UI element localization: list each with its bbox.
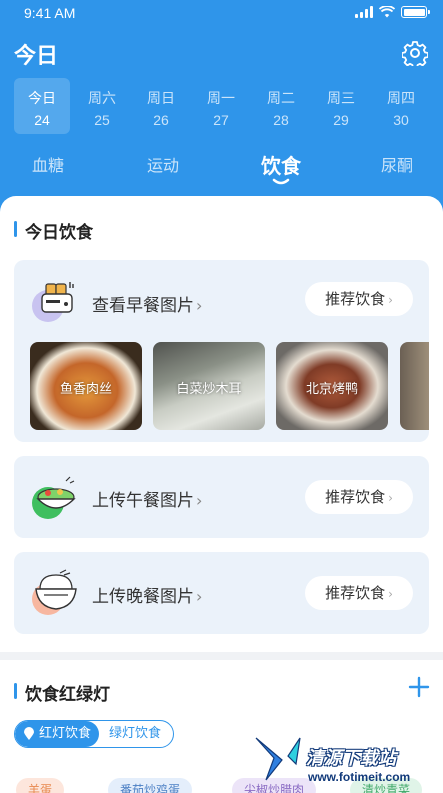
- recommend-button-breakfast[interactable]: 推荐饮食 ›: [305, 282, 413, 316]
- date-item-today[interactable]: 今日 24: [14, 78, 70, 134]
- date-item[interactable]: 周二 28: [253, 78, 309, 134]
- date-day: 29: [333, 112, 349, 128]
- lunch-title[interactable]: 上传午餐图片 ›: [92, 486, 202, 511]
- wifi-icon: [379, 6, 395, 18]
- green-light-label: 绿灯饮食: [109, 726, 162, 741]
- section-title-today-diet: 今日饮食: [14, 218, 93, 243]
- date-weekday: 周一: [207, 91, 235, 107]
- status-time: 9:41 AM: [24, 5, 76, 21]
- red-light-label: 红灯饮食: [39, 726, 92, 741]
- chevron-right-icon: ›: [388, 587, 393, 601]
- salad-icon: [32, 476, 76, 519]
- status-icons: [355, 6, 430, 18]
- today-diet-card: 今日饮食 查看早餐图片 › 推荐饮食 › 鱼香肉丝 白菜炒木耳 北京烤鸭 上传午…: [0, 196, 443, 652]
- food-photo-label: 北京烤鸭: [305, 382, 358, 397]
- location-pin-icon: [24, 727, 34, 740]
- recommend-label: 推荐饮食: [325, 290, 386, 308]
- section-title-diet-lights: 饮食红绿灯: [14, 680, 110, 705]
- food-photo-yuxiang[interactable]: 鱼香肉丝: [30, 342, 142, 430]
- battery-icon: [401, 6, 430, 18]
- breakfast-box: 查看早餐图片 › 推荐饮食 › 鱼香肉丝 白菜炒木耳 北京烤鸭: [14, 260, 429, 442]
- date-day: 24: [34, 112, 50, 128]
- tab-active-indicator: [272, 178, 290, 185]
- tab-exercise[interactable]: 运动: [147, 152, 179, 176]
- light-toggle-group: 红灯饮食 绿灯饮食: [14, 720, 174, 748]
- recommend-label: 推荐饮食: [325, 584, 386, 602]
- chevron-right-icon: ›: [196, 491, 203, 510]
- red-light-diet-toggle[interactable]: 红灯饮食: [15, 721, 99, 747]
- date-day: 27: [213, 112, 229, 128]
- recommend-button-lunch[interactable]: 推荐饮食 ›: [305, 480, 413, 514]
- date-item[interactable]: 周六 25: [74, 78, 130, 134]
- date-strip: 今日 24 周六 25 周日 26 周一 27 周二 28 周三 29 周四 3…: [12, 78, 443, 134]
- toaster-icon: [32, 282, 74, 322]
- date-weekday: 今日: [28, 91, 56, 107]
- food-photo-label: 白菜炒木耳: [176, 382, 242, 397]
- dinner-title[interactable]: 上传晚餐图片 ›: [92, 582, 202, 607]
- green-light-diet-toggle[interactable]: 绿灯饮食: [109, 721, 161, 747]
- date-weekday: 周二: [267, 91, 295, 107]
- chevron-right-icon: ›: [388, 491, 393, 505]
- date-day: 25: [94, 112, 110, 128]
- date-weekday: 周六: [88, 91, 116, 107]
- food-photo-duck[interactable]: 北京烤鸭: [276, 342, 388, 430]
- food-chip[interactable]: 番茄炒鸡蛋: [108, 778, 193, 793]
- signal-icon: [355, 6, 373, 18]
- breakfast-title[interactable]: 查看早餐图片 ›: [92, 291, 202, 316]
- watermark-name: 清源下载站: [306, 748, 396, 769]
- settings-gear-icon[interactable]: [402, 40, 428, 66]
- date-day: 30: [393, 112, 409, 128]
- tab-blood-sugar[interactable]: 血糖: [32, 152, 64, 176]
- lunch-box: 上传午餐图片 › 推荐饮食 ›: [14, 456, 429, 538]
- food-photo-cabbage[interactable]: 白菜炒木耳: [153, 342, 265, 430]
- date-weekday: 周四: [387, 91, 415, 107]
- date-item[interactable]: 周日 26: [133, 78, 189, 134]
- chevron-right-icon: ›: [196, 587, 203, 606]
- date-weekday: 周日: [147, 91, 175, 107]
- date-weekday: 周三: [327, 91, 355, 107]
- date-item[interactable]: 周三 29: [313, 78, 369, 134]
- rice-bowl-icon: [32, 569, 77, 615]
- add-icon[interactable]: [408, 676, 430, 698]
- breakfast-title-text: 查看早餐图片: [92, 296, 194, 316]
- header-bar: 9:41 AM 今日 今日 24 周六 25 周日 26 周一 27 周二 28…: [0, 0, 443, 215]
- dinner-box: 上传晚餐图片 › 推荐饮食 ›: [14, 552, 429, 634]
- recommend-label: 推荐饮食: [325, 488, 386, 506]
- tab-diet[interactable]: 饮食: [261, 150, 301, 179]
- tab-ketone[interactable]: 尿酮: [381, 152, 413, 176]
- food-photo-partial[interactable]: [400, 342, 429, 430]
- status-bar: 9:41 AM: [0, 0, 443, 28]
- food-chip[interactable]: 羊蛋: [16, 778, 65, 793]
- date-item[interactable]: 周一 27: [193, 78, 249, 134]
- chevron-right-icon: ›: [388, 293, 393, 307]
- recommend-button-dinner[interactable]: 推荐饮食 ›: [305, 576, 413, 610]
- dinner-title-text: 上传晚餐图片: [92, 587, 194, 607]
- date-day: 28: [273, 112, 289, 128]
- date-day: 26: [153, 112, 169, 128]
- watermark-url: www.fotimeit.com: [308, 770, 411, 784]
- food-photo-label: 鱼香肉丝: [59, 382, 112, 397]
- chevron-right-icon: ›: [196, 296, 203, 315]
- lunch-title-text: 上传午餐图片: [92, 491, 194, 511]
- date-item[interactable]: 周四 30: [373, 78, 429, 134]
- page-title: 今日: [14, 44, 59, 69]
